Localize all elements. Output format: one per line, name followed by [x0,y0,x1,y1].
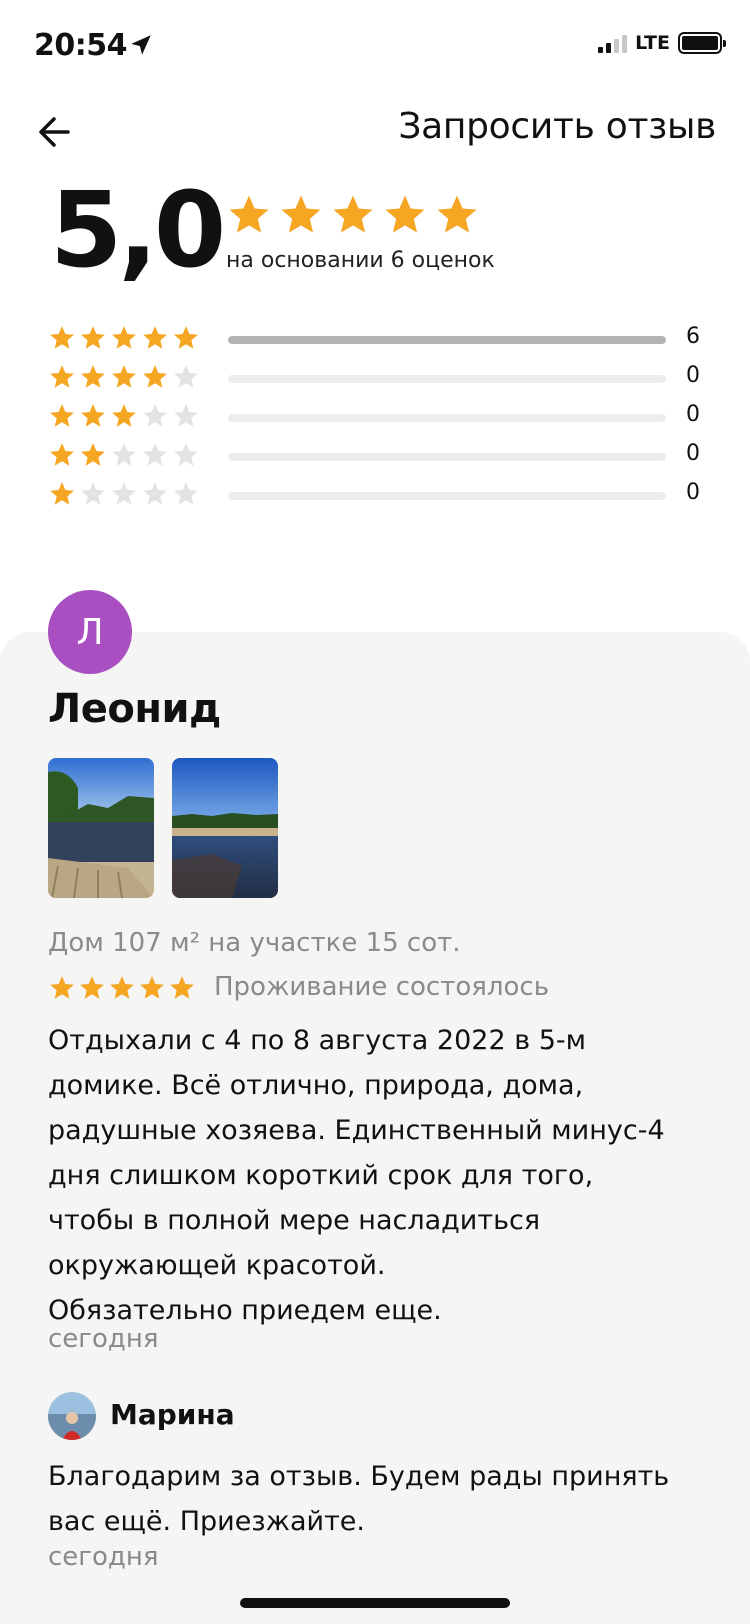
reply-text: Благодарим за отзыв. Будем рады принять в… [48,1454,708,1544]
star-filled-icon [174,326,198,349]
host-avatar[interactable] [48,1392,96,1440]
star-empty-icon [143,443,167,466]
arrow-left-icon[interactable] [32,108,80,156]
average-rating: 5,0 [50,169,226,291]
histogram-count: 0 [686,402,700,427]
star-empty-icon [81,482,105,505]
review-text-line: дня слишком короткий срок для того, [48,1160,594,1191]
histogram-bar [228,375,666,383]
star-filled-icon [50,443,74,466]
star-filled-icon [143,365,167,388]
home-indicator[interactable] [240,1598,510,1608]
reply-text-line: вас ещё. Приезжайте. [48,1506,365,1537]
histogram-bar [228,492,666,500]
star-empty-icon [112,443,136,466]
star-filled-icon [50,404,74,427]
star-filled-icon [112,404,136,427]
status-bar: 20:54 LTE [0,0,750,94]
histogram-stars [48,363,200,391]
review-text-line: чтобы в полной мере насладиться [48,1205,541,1236]
histogram-bar [228,414,666,422]
star-filled-icon [112,365,136,388]
star-filled-icon [170,976,194,999]
review-text-line: Отдыхали с 4 по 8 августа 2022 в 5-м [48,1025,586,1056]
review-text-line: домике. Всё отлично, природа, дома, [48,1070,584,1101]
star-empty-icon [143,482,167,505]
review-text: Отдыхали с 4 по 8 августа 2022 в 5-м доми… [48,1018,708,1333]
status-time: 20:54 [34,28,128,63]
star-empty-icon [174,443,198,466]
histogram-count: 0 [686,441,700,466]
summary-star-rating [226,192,480,238]
request-review-button[interactable]: Запросить отзыв [398,106,716,147]
star-filled-icon [81,326,105,349]
star-filled-icon [112,326,136,349]
histogram-row-2: 0 [48,441,708,475]
star-empty-icon [174,482,198,505]
histogram-bar [228,336,666,344]
star-filled-icon [333,195,373,233]
histogram-count: 0 [686,480,700,505]
histogram-row-3: 0 [48,402,708,436]
star-filled-icon [81,443,105,466]
stay-status: Проживание состоялось [214,972,550,1002]
star-filled-icon [281,195,321,233]
histogram-row-5: 6 [48,324,708,358]
star-filled-icon [50,326,74,349]
avatar[interactable]: Л [48,590,132,674]
histogram-stars [48,324,200,352]
histogram-count: 0 [686,363,700,388]
histogram-row-4: 0 [48,363,708,397]
location-arrow-icon [131,35,151,55]
status-icons: LTE [598,32,726,54]
histogram-bar [228,453,666,461]
header: Запросить отзыв [0,96,750,166]
star-filled-icon [229,195,269,233]
review-text-line: окружающей красотой. [48,1250,386,1281]
review-star-rating [48,974,196,1002]
reply-text-line: Благодарим за отзыв. Будем рады принять [48,1461,670,1492]
star-filled-icon [81,365,105,388]
star-empty-icon [174,365,198,388]
review-photo-lake-shore[interactable] [172,758,278,898]
star-filled-icon [385,195,425,233]
star-empty-icon [143,404,167,427]
histogram-stars [48,480,200,508]
star-filled-icon [437,195,477,233]
rating-count-text: на основании 6 оценок [226,248,495,273]
histogram-row-1: 0 [48,480,708,514]
star-filled-icon [110,976,134,999]
reply-date: сегодня [48,1542,159,1572]
reviewer-name: Леонид [48,686,221,732]
review-photo-lake-pier[interactable] [48,758,154,898]
review-text-line: радушные хозяева. Единственный минус-4 [48,1115,665,1146]
histogram-stars [48,441,200,469]
star-filled-icon [140,976,164,999]
histogram-stars [48,402,200,430]
histogram-bar-fill [228,336,666,344]
star-filled-icon [50,976,74,999]
star-empty-icon [174,404,198,427]
review-date: сегодня [48,1324,159,1354]
star-filled-icon [80,976,104,999]
star-filled-icon [50,482,74,505]
star-empty-icon [112,482,136,505]
property-description: Дом 107 м² на участке 15 сот. [48,928,461,958]
histogram-count: 6 [686,324,700,349]
signal-icon [598,33,628,53]
host-name: Марина [110,1398,235,1431]
network-label: LTE [635,32,670,54]
star-filled-icon [143,326,167,349]
battery-icon [678,32,726,54]
star-filled-icon [81,404,105,427]
star-filled-icon [50,365,74,388]
